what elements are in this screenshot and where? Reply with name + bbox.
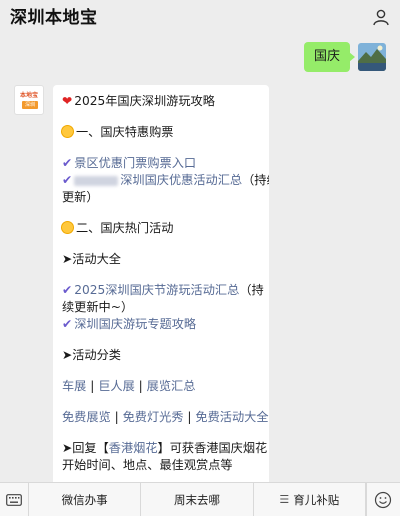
check-icon: ✔: [62, 317, 73, 331]
bot-logo-text: 本地宝: [19, 92, 38, 99]
sun-icon: [62, 126, 73, 137]
bot-avatar[interactable]: 本地宝 深圳: [14, 85, 44, 115]
travel-guide-link[interactable]: 深圳国庆游玩专题攻略: [74, 317, 196, 331]
reply-suffix: 】可获香港国庆烟花: [157, 441, 268, 455]
discount-activities-link[interactable]: 深圳国庆优惠活动汇总: [120, 173, 242, 187]
separator: |: [86, 379, 99, 393]
section-1-label: 一、国庆特惠购票: [76, 125, 174, 139]
blurred-text: [74, 175, 119, 186]
free-light-show-link[interactable]: 免费灯光秀: [123, 410, 184, 424]
chat-title: 深圳本地宝: [10, 8, 98, 28]
chat-header: 深圳本地宝: [0, 0, 400, 32]
activities-all-heading: ➤活动大全: [62, 252, 121, 266]
check-icon: ✔: [62, 173, 73, 187]
reply-line-2: 开始时间、地点、最佳观赏点等: [62, 458, 233, 472]
profile-icon[interactable]: [372, 8, 390, 26]
link-suffix-continued: 续更新中~）: [62, 300, 134, 314]
message-title-line: ❤ 2025年国庆深圳游玩攻略: [62, 93, 260, 110]
menu-item-wechat-services[interactable]: 微信办事: [29, 483, 142, 516]
outgoing-bubble[interactable]: 国庆: [303, 42, 356, 72]
free-activities-link[interactable]: 免费活动大全: [195, 410, 268, 424]
section-2-heading: 二、国庆热门活动: [62, 220, 260, 237]
menu-label: 育儿补贴: [293, 492, 340, 507]
car-show-link[interactable]: 车展: [62, 379, 86, 393]
link-suffix: （持续: [242, 173, 269, 187]
emoji-icon[interactable]: [365, 483, 400, 516]
menu-label: 周末去哪: [173, 492, 220, 507]
separator: |: [110, 410, 123, 424]
exhibitions-summary-link[interactable]: 展览汇总: [147, 379, 196, 393]
activities-category-heading: ➤活动分类: [62, 348, 121, 362]
user-avatar[interactable]: [358, 43, 386, 71]
message-title: 2025年国庆深圳游玩攻略: [74, 94, 215, 108]
bottom-menu: 微信办事 周末去哪 ☰ 育儿补贴: [0, 482, 400, 516]
giant-exhibit-link[interactable]: 巨人展: [98, 379, 135, 393]
menu-list-icon: ☰: [279, 493, 290, 506]
menu-item-childcare-subsidy[interactable]: ☰ 育儿补贴: [254, 483, 366, 516]
section-2-label: 二、国庆热门活动: [76, 221, 174, 235]
keyboard-icon[interactable]: [0, 483, 29, 516]
reply-prefix: ➤回复【: [62, 441, 109, 455]
landscape-avatar-image: [358, 43, 386, 71]
link-suffix-continued: 更新）: [62, 190, 99, 204]
section-1-heading: 一、国庆特惠购票: [62, 124, 260, 141]
heart-icon: ❤: [62, 94, 73, 108]
incoming-message-bubble: ❤ 2025年国庆深圳游玩攻略 一、国庆特惠购票 ✔ 景区优惠门票购票入口 ✔ 深圳国…: [53, 85, 269, 490]
check-icon: ✔: [62, 283, 73, 297]
separator: |: [183, 410, 196, 424]
national-day-activities-link[interactable]: 2025深圳国庆节游玩活动汇总: [74, 283, 239, 297]
separator: |: [134, 379, 147, 393]
free-exhibitions-link[interactable]: 免费展览: [62, 410, 111, 424]
menu-label: 微信办事: [61, 492, 108, 507]
sun-icon: [62, 222, 73, 233]
ticket-entry-link[interactable]: 景区优惠门票购票入口: [74, 156, 196, 170]
bot-logo-badge: 深圳: [22, 101, 38, 109]
menu-item-weekend[interactable]: 周末去哪: [141, 483, 254, 516]
hk-fireworks-keyword-link[interactable]: 香港烟花: [109, 441, 158, 455]
link-suffix: （持: [239, 283, 264, 297]
outgoing-message: 国庆: [303, 42, 386, 72]
check-icon: ✔: [62, 156, 73, 170]
